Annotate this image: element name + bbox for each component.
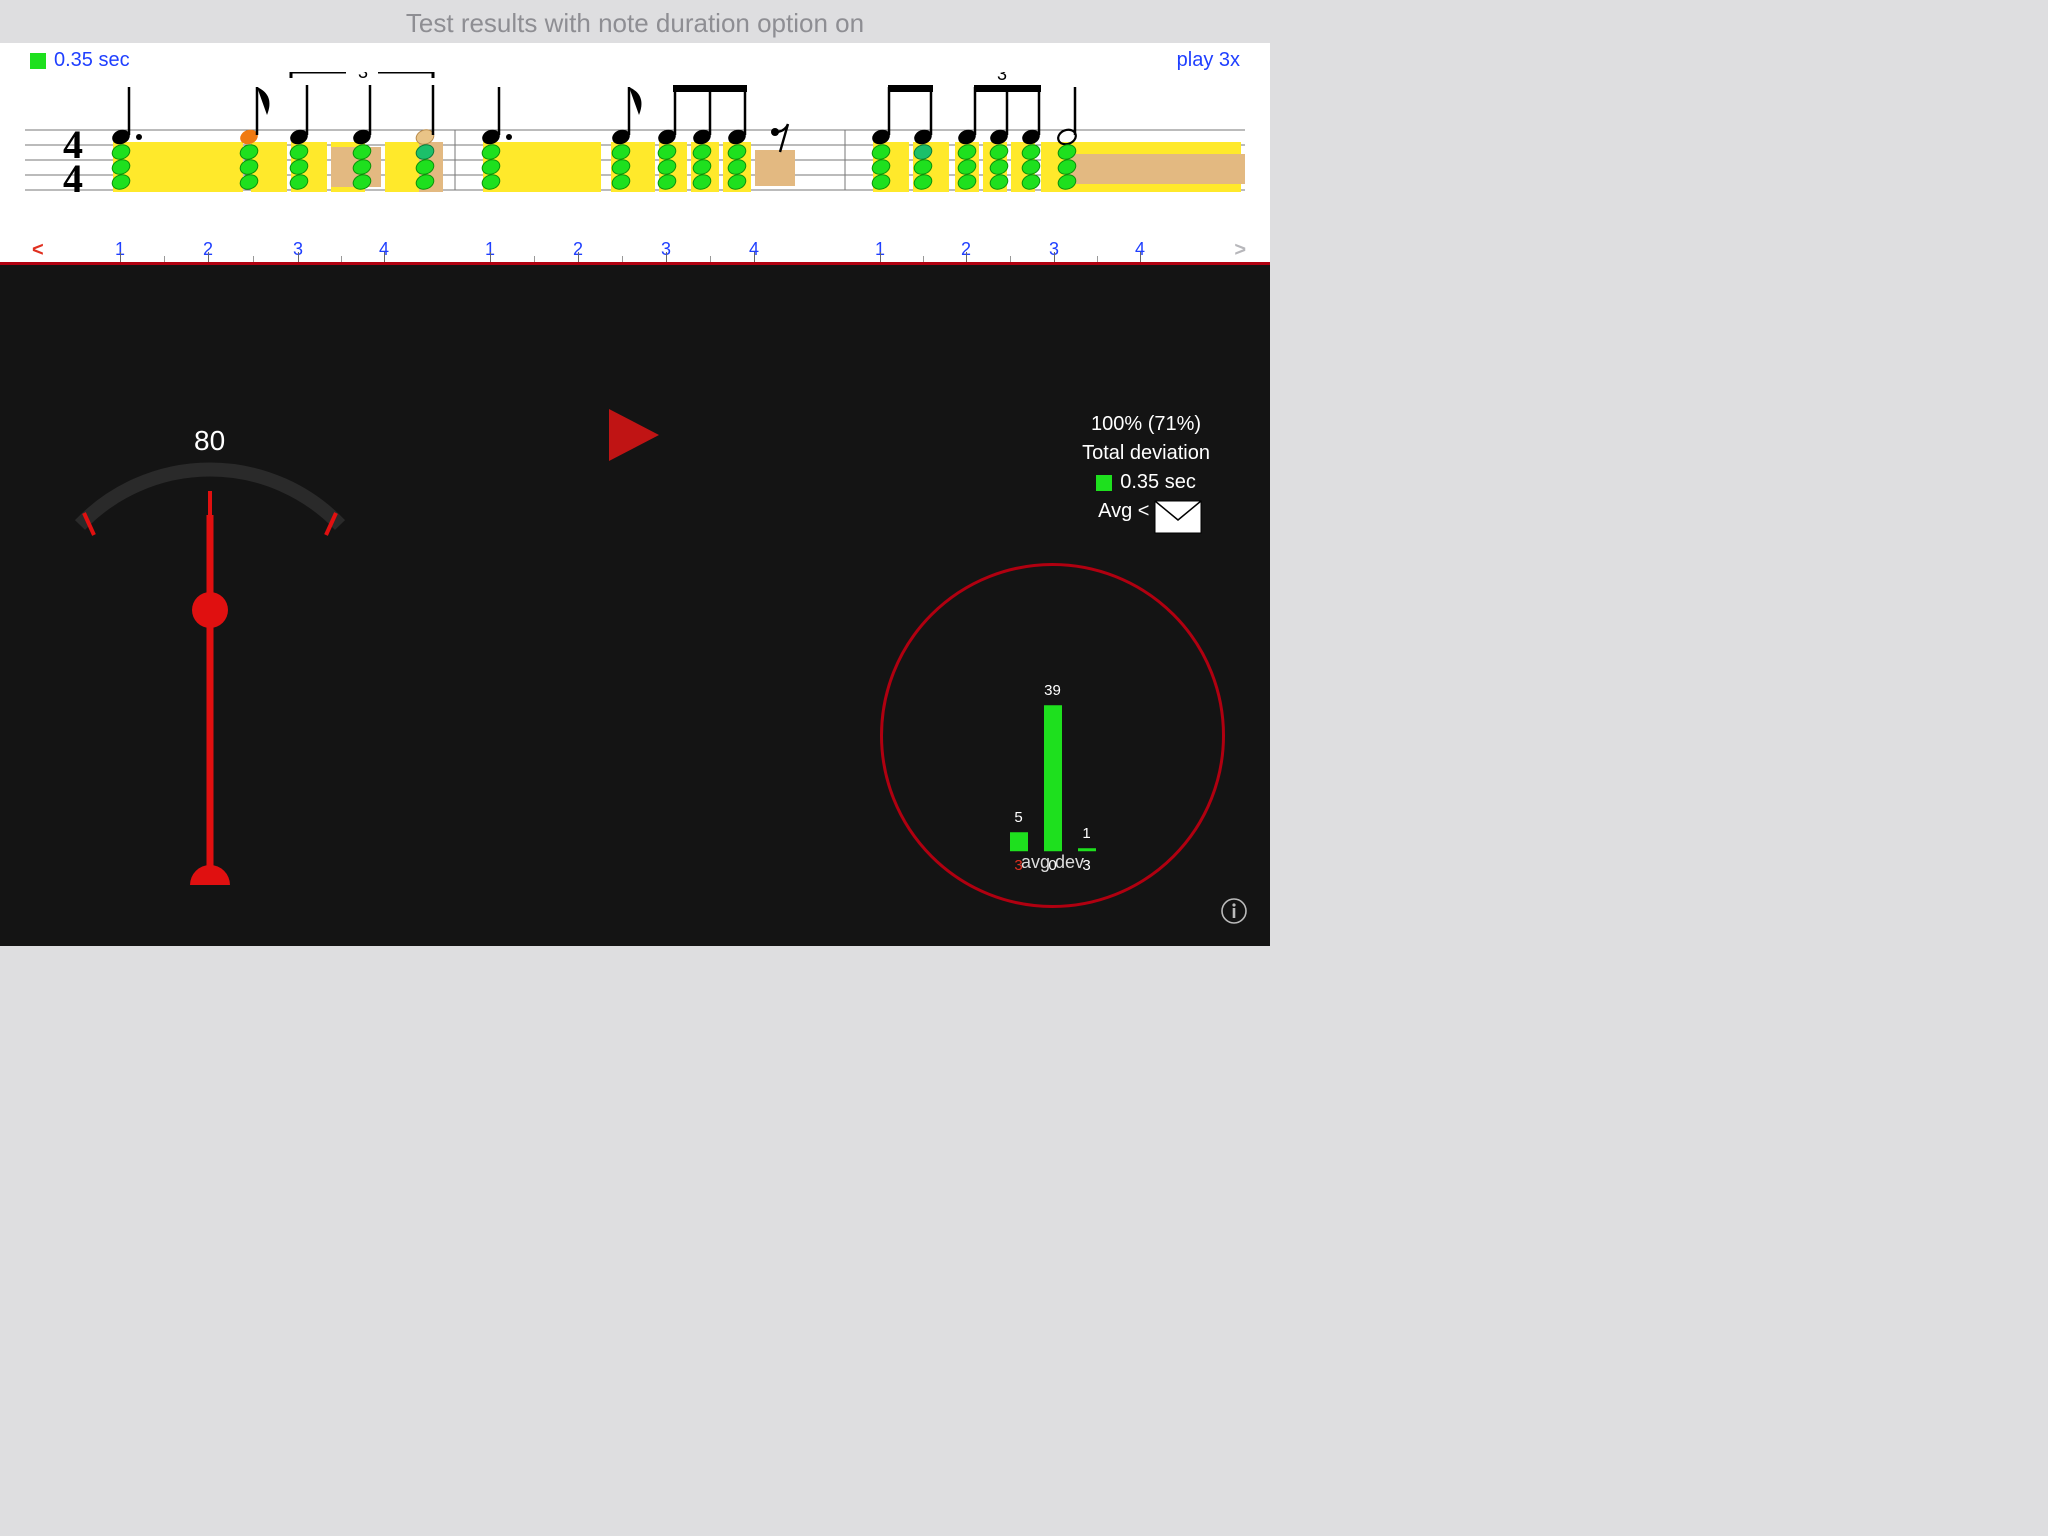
info-icon xyxy=(1220,897,1248,925)
deviation-chart: 5339013 avg dev xyxy=(880,563,1225,908)
timing-indicator: 0.35 sec xyxy=(30,49,130,72)
page-title: Test results with note duration option o… xyxy=(0,0,1270,43)
tuplet-label-bar3: 3 xyxy=(997,72,1007,84)
beat-ruler[interactable]: < > 123412341234 xyxy=(0,237,1270,265)
results-panel: 80 100% (71%) Total deviation 0.35 sec A… xyxy=(0,265,1270,946)
accuracy-square-icon xyxy=(30,53,46,69)
mail-icon xyxy=(1154,500,1202,534)
play-icon xyxy=(605,405,665,465)
scroll-left-button[interactable]: < xyxy=(32,239,44,262)
music-notation-svg: 4 4 xyxy=(0,72,1270,237)
share-mail-button[interactable] xyxy=(1154,500,1202,539)
play-button[interactable] xyxy=(605,405,665,470)
music-notation-panel[interactable]: 4 4 xyxy=(0,72,1270,237)
play-multiplier-button[interactable]: play 3x xyxy=(1177,49,1240,72)
total-deviation-label: Total deviation xyxy=(1082,439,1210,468)
metronome[interactable] xyxy=(60,455,360,915)
timing-value: 0.35 sec xyxy=(54,49,130,72)
tempo-value: 80 xyxy=(194,425,225,457)
accuracy-square-icon xyxy=(1096,475,1112,491)
header-bar: 0.35 sec play 3x xyxy=(0,43,1270,72)
time-sig-bottom: 4 xyxy=(63,156,83,201)
info-button[interactable] xyxy=(1220,897,1248,930)
percent-line: 100% (71%) xyxy=(1082,410,1210,439)
deviation-chart-title: avg dev xyxy=(883,852,1222,873)
deviation-value: 0.35 sec xyxy=(1120,468,1196,497)
deviation-bar: 390 xyxy=(1044,682,1062,874)
tuplet-label-bar1: 3 xyxy=(358,72,368,82)
scroll-right-button[interactable]: > xyxy=(1234,239,1246,262)
